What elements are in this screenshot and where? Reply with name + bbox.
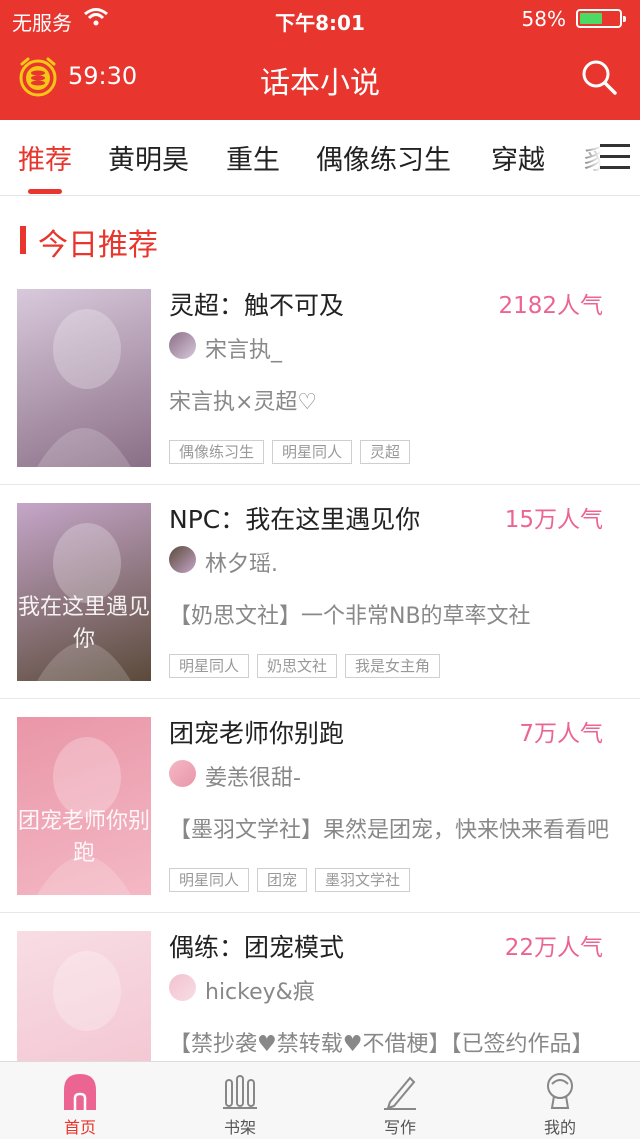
section-marker (20, 226, 26, 254)
tabbar-write[interactable]: 写作 (320, 1062, 480, 1139)
tabbar-bookshelf-label: 书架 (223, 1118, 256, 1137)
book-tag[interactable]: 明星同人 (169, 654, 250, 678)
bookshelf-icon (223, 1075, 257, 1109)
book-description: 【禁抄袭♥禁转载♥不借梗】【已签约作品】 (169, 1032, 594, 1057)
avatar[interactable] (169, 332, 196, 359)
avatar[interactable] (169, 546, 196, 573)
section-header: 今日推荐 (0, 216, 640, 263)
book-item[interactable]: 灵超：触不可及 2182人气 宋言执_ 宋言执×灵超♡ 偶像练习生 明星同人 灵超 (0, 272, 640, 485)
book-description: 【墨羽文学社】果然是团宠，快来快来看看吧 (169, 818, 609, 843)
book-description: 【奶思文社】一个非常NB的草率文社 (169, 604, 531, 629)
book-item[interactable]: 我在这里遇见你 NPC：我在这里遇见你 15万人气 林夕瑶. 【奶思文社】一个非… (0, 486, 640, 699)
tabbar-write-label: 写作 (383, 1118, 416, 1137)
popularity-count: 7万人气 (519, 721, 603, 747)
tab-recommend[interactable]: 推荐 (18, 138, 72, 177)
tag-list: 明星同人 奶思文社 我是女主角 (169, 654, 441, 678)
book-description: 宋言执×灵超♡ (169, 390, 318, 415)
nav-bar: 59:30 话本小说 (0, 36, 640, 120)
tab-idol-producer[interactable]: 偶像练习生 (316, 138, 451, 177)
tabbar-home[interactable]: 首页 (0, 1062, 160, 1139)
book-tag[interactable]: 团宠 (257, 868, 308, 892)
tab-time-travel[interactable]: 穿越 (491, 138, 545, 177)
author-name[interactable]: 姜恙很甜- (205, 760, 301, 792)
battery-percent: 58% (521, 7, 566, 31)
page-title: 话本小说 (260, 66, 380, 101)
book-tag[interactable]: 偶像练习生 (169, 440, 265, 464)
tag-list: 明星同人 团宠 墨羽文学社 (169, 868, 411, 892)
profile-icon (547, 1073, 573, 1109)
book-tag[interactable]: 墨羽文学社 (315, 868, 411, 892)
popularity-count: 2182人气 (498, 293, 603, 319)
tag-list: 偶像练习生 明星同人 灵超 (169, 440, 411, 464)
book-title[interactable]: 灵超：触不可及 (169, 286, 344, 322)
tabbar-bookshelf[interactable]: 书架 (160, 1062, 320, 1139)
avatar[interactable] (169, 760, 196, 787)
book-cover[interactable]: 团宠老师你别跑 (17, 717, 151, 895)
avatar[interactable] (169, 974, 196, 1001)
active-tab-indicator (28, 189, 62, 194)
search-icon[interactable] (580, 58, 618, 96)
section-title: 今日推荐 (38, 228, 158, 263)
author-name[interactable]: 宋言执_ (205, 332, 282, 364)
book-cover[interactable]: 我在这里遇见你 (17, 503, 151, 681)
tabbar-home-label: 首页 (63, 1118, 96, 1137)
bottom-tab-bar: 首页 书架 写作 我的 (0, 1061, 640, 1139)
book-cover[interactable] (17, 289, 151, 467)
menu-icon[interactable] (600, 144, 630, 170)
category-tabs: 推荐 黄明昊 重生 偶像练习生 穿越 豸 (0, 120, 640, 196)
book-tag[interactable]: 明星同人 (272, 440, 353, 464)
book-tag[interactable]: 明星同人 (169, 868, 250, 892)
book-tag[interactable]: 灵超 (360, 440, 411, 464)
author-name[interactable]: 林夕瑶. (205, 546, 278, 578)
book-item[interactable]: 团宠老师你别跑 团宠老师你别跑 7万人气 姜恙很甜- 【墨羽文学社】果然是团宠，… (0, 700, 640, 913)
book-title[interactable]: NPC：我在这里遇见你 (169, 500, 420, 536)
cover-title: 团宠老师你别跑 (17, 809, 150, 866)
status-bar: 无服务 下午8:01 58% (0, 0, 640, 36)
battery-icon (576, 9, 626, 28)
tab-huang-minghao[interactable]: 黄明昊 (108, 138, 189, 177)
tabbar-profile[interactable]: 我的 (480, 1062, 640, 1139)
popularity-count: 22万人气 (504, 935, 603, 961)
book-title[interactable]: 团宠老师你别跑 (169, 714, 344, 750)
tab-rebirth[interactable]: 重生 (226, 138, 280, 177)
popularity-count: 15万人气 (504, 507, 603, 533)
book-tag[interactable]: 奶思文社 (257, 654, 338, 678)
book-title[interactable]: 偶练：团宠模式 (169, 928, 344, 964)
author-name[interactable]: hickey&痕 (205, 974, 315, 1006)
tabbar-profile-label: 我的 (543, 1118, 576, 1137)
book-tag[interactable]: 我是女主角 (345, 654, 441, 678)
cover-title: 我在这里遇见你 (17, 595, 150, 652)
home-icon (64, 1074, 96, 1110)
pen-icon (384, 1076, 416, 1110)
